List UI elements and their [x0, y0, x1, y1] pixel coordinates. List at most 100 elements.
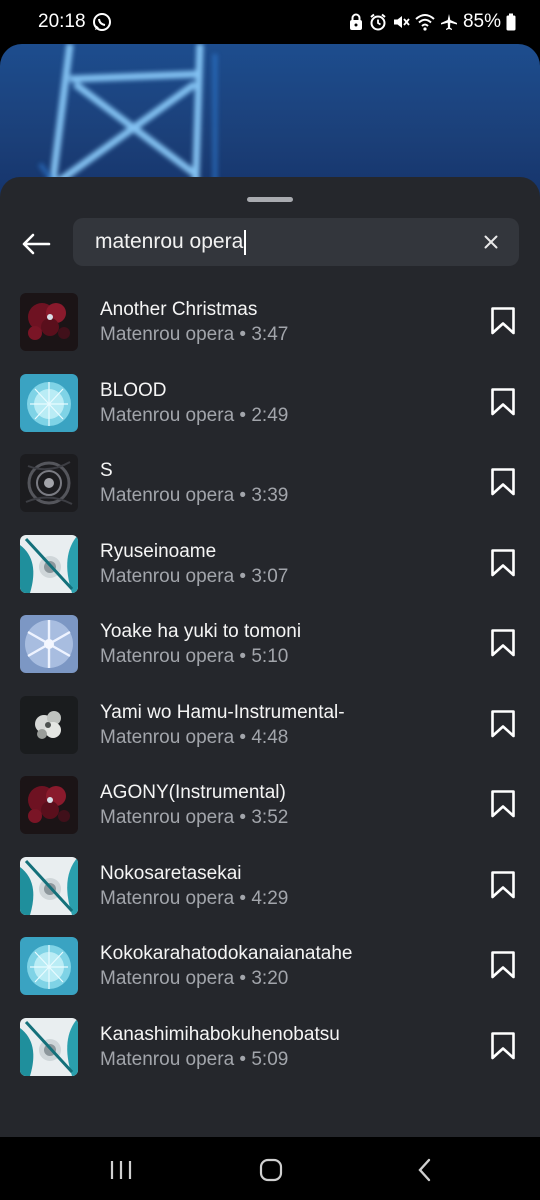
save-track-button[interactable] — [486, 304, 520, 338]
track-title: Yoake ha yuki to tomoni — [100, 621, 302, 642]
mute-icon — [392, 13, 410, 31]
status-left: 20:18 — [38, 11, 112, 33]
home-button[interactable] — [256, 1155, 286, 1185]
track-artist-duration: Matenrou opera • 4:48 — [100, 726, 289, 748]
track-title: Nokosaretasekai — [100, 862, 242, 884]
track-info: S Matenrou opera • 3:39 — [100, 459, 288, 509]
album-art — [20, 293, 78, 351]
arrow-left-icon — [22, 233, 51, 255]
track-row[interactable]: AGONY(Instrumental) Matenrou opera • 3:52 — [0, 775, 540, 856]
album-art — [20, 856, 78, 915]
track-row[interactable]: Nokosaretasekai Matenrou opera • 4:29 — [0, 856, 540, 937]
close-icon — [484, 235, 498, 249]
whatsapp-icon — [92, 12, 112, 32]
recent-apps-button[interactable] — [106, 1155, 136, 1185]
alarm-icon — [369, 13, 387, 31]
bookmark-icon — [491, 468, 515, 496]
track-info: Nokosaretasekai Matenrou opera • 4:29 — [100, 862, 288, 912]
album-art — [20, 454, 78, 512]
album-art — [20, 695, 78, 754]
save-track-button[interactable] — [486, 1029, 520, 1063]
track-artist-duration: Matenrou opera • 3:39 — [100, 485, 289, 506]
track-artist-duration: Matenrou opera • 3:07 — [100, 565, 289, 587]
track-title: Kanashimihabokuhenobatsu — [100, 1023, 340, 1045]
home-icon — [259, 1158, 283, 1182]
track-row[interactable]: S Matenrou opera • 3:39 — [0, 453, 540, 534]
track-info: Kokokarahatodokanaianatahe Matenrou opera… — [100, 942, 352, 992]
clear-search-button[interactable] — [481, 232, 501, 252]
album-art — [20, 373, 78, 432]
wifi-icon — [415, 13, 435, 31]
track-row[interactable]: Another Christmas Matenrou opera • 3:47 — [0, 292, 540, 373]
bookmark-icon — [491, 548, 515, 576]
track-title: Ryuseinoame — [100, 540, 217, 562]
bookmark-icon — [491, 790, 515, 818]
status-right: 85% — [348, 11, 516, 33]
track-title: BLOOD — [100, 379, 167, 401]
text-cursor — [244, 229, 247, 255]
status-time: 20:18 — [38, 11, 86, 32]
save-track-button[interactable] — [486, 868, 520, 902]
drag-handle[interactable] — [247, 197, 293, 202]
bookmark-icon — [491, 1031, 515, 1059]
track-artist-duration: Matenrou opera • 3:52 — [100, 807, 289, 828]
bookmark-icon — [491, 387, 515, 415]
battery-percent: 85% — [462, 11, 501, 32]
track-artist-duration: Matenrou opera • 5:10 — [100, 646, 289, 667]
album-art — [20, 534, 78, 593]
track-row[interactable]: BLOOD Matenrou opera • 2:49 — [0, 373, 540, 454]
save-track-button[interactable] — [486, 626, 520, 660]
music-search-sheet: matenrou opera Another Christmas Matenrou… — [0, 177, 540, 1137]
save-track-button[interactable] — [486, 707, 520, 741]
track-info: BLOOD Matenrou opera • 2:49 — [100, 379, 288, 429]
track-row[interactable]: Yoake ha yuki to tomoni Matenrou opera • … — [0, 614, 540, 695]
status-bar: 20:18 85% — [0, 0, 540, 44]
album-art — [20, 1017, 78, 1076]
bookmark-icon — [491, 870, 515, 898]
track-artist-duration: Matenrou opera • 4:29 — [100, 887, 289, 909]
track-artist-duration: Matenrou opera • 5:09 — [100, 1048, 289, 1070]
back-nav-button[interactable] — [410, 1155, 440, 1185]
bookmark-icon — [491, 709, 515, 737]
track-title: S — [100, 460, 113, 481]
track-info: AGONY(Instrumental) Matenrou opera • 3:52 — [100, 781, 288, 831]
airplane-icon — [440, 13, 458, 31]
bookmark-icon — [491, 629, 515, 657]
track-info: Yoake ha yuki to tomoni Matenrou opera • … — [100, 620, 301, 670]
save-track-button[interactable] — [486, 465, 520, 499]
track-info: Another Christmas Matenrou opera • 3:47 — [100, 298, 288, 348]
track-row[interactable]: Ryuseinoame Matenrou opera • 3:07 — [0, 534, 540, 615]
track-info: Ryuseinoame Matenrou opera • 3:07 — [100, 540, 288, 590]
recent-apps-icon — [110, 1161, 132, 1179]
album-art — [20, 776, 78, 834]
album-art — [20, 937, 78, 995]
save-track-button[interactable] — [486, 787, 520, 821]
track-row[interactable]: Kanashimihabokuhenobatsu Matenrou opera •… — [0, 1017, 540, 1098]
track-title: Kokokarahatodokanaianatahe — [100, 943, 353, 964]
search-results-list: Another Christmas Matenrou opera • 3:47 BL… — [0, 292, 540, 1097]
search-query: matenrou opera — [95, 230, 244, 253]
search-input[interactable]: matenrou opera — [95, 229, 247, 255]
search-box[interactable]: matenrou opera — [73, 218, 519, 266]
chevron-left-icon — [418, 1158, 431, 1182]
track-title: Another Christmas — [100, 299, 258, 320]
track-artist-duration: Matenrou opera • 2:49 — [100, 404, 289, 426]
save-track-button[interactable] — [486, 546, 520, 580]
track-info: Kanashimihabokuhenobatsu Matenrou opera •… — [100, 1023, 340, 1073]
battery-icon — [506, 13, 516, 31]
track-title: Yami wo Hamu-Instrumental- — [100, 701, 345, 723]
save-track-button[interactable] — [486, 948, 520, 982]
track-row[interactable]: Kokokarahatodokanaianatahe Matenrou opera… — [0, 936, 540, 1017]
track-row[interactable]: Yami wo Hamu-Instrumental- Matenrou opera… — [0, 695, 540, 776]
track-artist-duration: Matenrou opera • 3:20 — [100, 968, 289, 989]
track-title: AGONY(Instrumental) — [100, 782, 286, 803]
track-artist-duration: Matenrou opera • 3:47 — [100, 324, 289, 345]
navigation-bar — [0, 1137, 540, 1200]
track-info: Yami wo Hamu-Instrumental- Matenrou opera… — [100, 701, 345, 751]
save-track-button[interactable] — [486, 385, 520, 419]
lock-icon — [348, 13, 364, 31]
bookmark-icon — [491, 307, 515, 335]
bookmark-icon — [491, 951, 515, 979]
back-button[interactable] — [18, 226, 54, 262]
album-art — [20, 615, 78, 673]
